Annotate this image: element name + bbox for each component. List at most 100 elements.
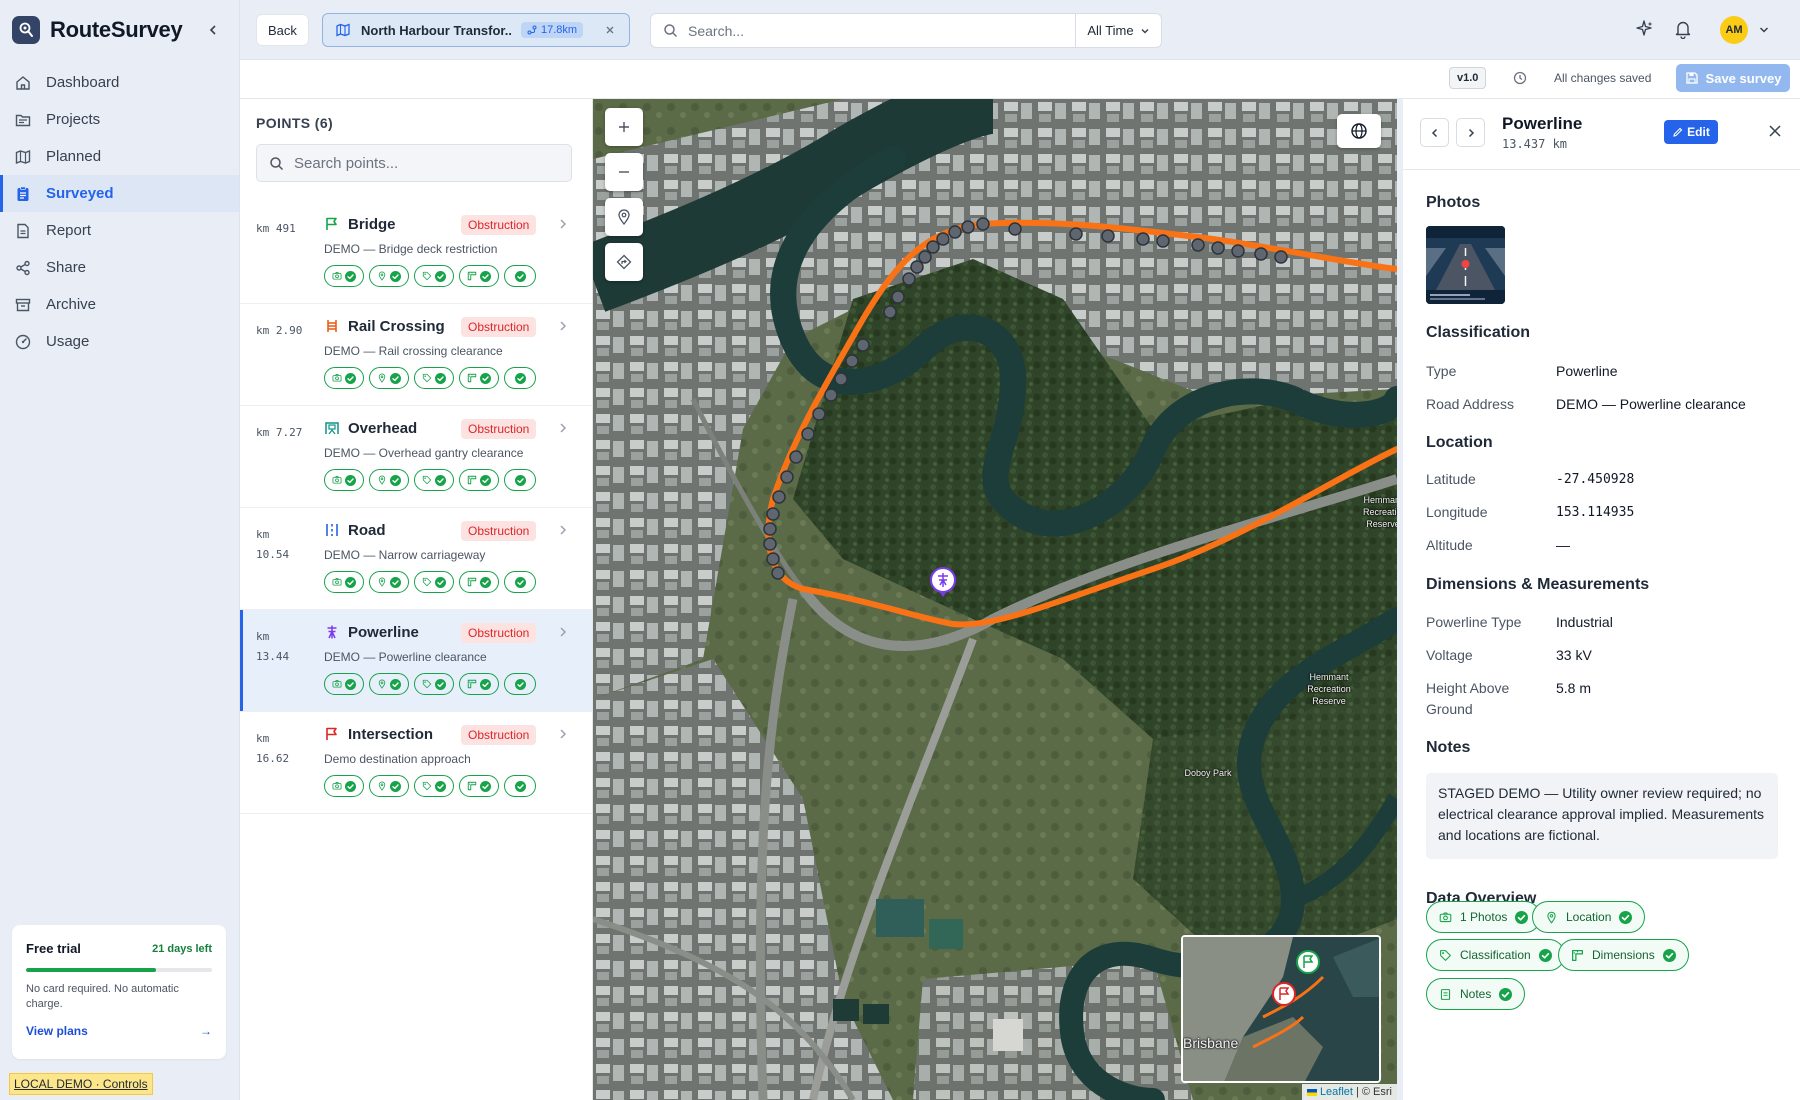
nav-item-report[interactable]: Report <box>0 212 239 249</box>
edit-button[interactable]: Edit <box>1664 120 1718 144</box>
search-icon <box>664 24 678 38</box>
map-label-hemmant: Hemmant Recreation Reserve <box>1307 672 1351 706</box>
zoom-out-button[interactable] <box>605 153 643 191</box>
save-survey-button[interactable]: Save survey <box>1676 64 1790 92</box>
minus-icon <box>619 171 629 173</box>
ruler-icon <box>467 373 477 383</box>
point-row-bridge[interactable]: km 491 Bridge Obstruction DEMO — Bridge … <box>240 202 592 304</box>
brand[interactable]: RouteSurvey <box>12 14 183 46</box>
status-chip-pin <box>369 469 409 491</box>
status-chip-complete <box>504 571 536 593</box>
flag-icon <box>324 216 340 232</box>
nav-item-share[interactable]: Share <box>0 249 239 286</box>
overview-chip-dimensions[interactable]: Dimensions <box>1558 939 1689 971</box>
status-chip-complete <box>504 673 536 695</box>
tag-icon <box>422 373 432 383</box>
global-search-input[interactable] <box>688 22 1088 39</box>
road-icon <box>324 522 340 538</box>
leaflet-link[interactable]: Leaflet <box>1320 1086 1353 1098</box>
chevron-down-icon <box>1759 27 1769 33</box>
point-km: km 16.62 <box>256 732 290 765</box>
nav-item-planned[interactable]: Planned <box>0 138 239 175</box>
point-km: km 13.44 <box>256 630 290 663</box>
gauge-icon <box>15 334 31 349</box>
trial-days-left: 21 days left <box>152 942 212 955</box>
point-row-rail-crossing[interactable]: km 2.90 Rail Crossing Obstruction DEMO —… <box>240 304 592 406</box>
overview-chip-label: 1 Photos <box>1460 910 1508 924</box>
time-filter-select[interactable]: All Time <box>1075 14 1161 47</box>
close-tab-icon[interactable] <box>603 23 617 37</box>
status-chip-pin <box>369 571 409 593</box>
overview-chip-1-photos[interactable]: 1 Photos <box>1426 901 1542 933</box>
status-chip-tag <box>414 367 454 389</box>
tag-icon <box>422 475 432 485</box>
locate-button[interactable] <box>605 198 643 236</box>
point-detail-panel: Powerline 13.437 km Edit Photos Classifi… <box>1397 99 1800 1100</box>
local-demo-controls-link[interactable]: LOCAL DEMO · Controls <box>9 1073 153 1095</box>
point-row-road[interactable]: km 10.54 Road Obstruction DEMO — Narrow … <box>240 508 592 610</box>
trial-note: No card required. No automatic charge. <box>26 983 179 1010</box>
check-icon <box>1619 910 1633 924</box>
notifications-button[interactable] <box>1671 17 1695 41</box>
top-header: Back North Harbour Transfor... 17.8km Al… <box>240 0 1800 60</box>
close-detail-button[interactable] <box>1768 124 1782 138</box>
view-plans-link[interactable]: View plans → <box>26 1024 212 1038</box>
pin-icon <box>377 577 387 587</box>
sidebar: RouteSurvey Dashboard Projects Planned S… <box>0 0 240 1100</box>
version-badge[interactable]: v1.0 <box>1449 67 1487 89</box>
nav-item-usage[interactable]: Usage <box>0 323 239 360</box>
nav-item-dashboard[interactable]: Dashboard <box>0 64 239 101</box>
zoom-in-button[interactable] <box>605 108 643 146</box>
check-icon <box>435 678 446 690</box>
check-icon <box>435 780 446 792</box>
chevron-right-icon <box>558 626 568 638</box>
nav-item-projects[interactable]: Projects <box>0 101 239 138</box>
project-tab[interactable]: North Harbour Transfor... 17.8km <box>322 13 630 47</box>
basemap-toggle-button[interactable] <box>1337 114 1381 148</box>
directions-icon <box>616 254 632 270</box>
point-name: Bridge <box>348 216 396 233</box>
nav-item-surveyed[interactable]: Surveyed <box>0 175 239 212</box>
point-row-intersection[interactable]: km 16.62 Intersection Obstruction Demo d… <box>240 712 592 814</box>
map-view[interactable]: Hemmant Recreation Reserve Hemmant Recre… <box>593 99 1397 1100</box>
map-icon <box>336 23 350 37</box>
point-row-overhead[interactable]: km 7.27 Overhead Obstruction DEMO — Over… <box>240 406 592 508</box>
user-menu[interactable]: AM <box>1720 16 1770 44</box>
overview-chip-notes[interactable]: Notes <box>1426 978 1526 1010</box>
history-button[interactable] <box>1512 70 1528 86</box>
tag-icon <box>422 781 432 791</box>
sparkle-icon <box>1636 20 1653 36</box>
field-value: DEMO — Powerline clearance <box>1556 396 1746 412</box>
overview-chip-classification[interactable]: Classification <box>1426 939 1565 971</box>
nav-label: Archive <box>46 296 97 313</box>
field-label: Longitude <box>1426 504 1488 520</box>
collapse-sidebar-button[interactable] <box>202 19 224 41</box>
check-icon <box>1499 987 1513 1001</box>
overview-chip-label: Notes <box>1460 987 1492 1001</box>
field-label: Road Address <box>1426 396 1514 412</box>
previous-point-button[interactable] <box>1420 118 1449 147</box>
point-status-chips <box>324 367 536 389</box>
arrow-right-icon: → <box>200 1024 212 1038</box>
trial-progress-fill <box>26 968 157 972</box>
nav-item-archive[interactable]: Archive <box>0 286 239 323</box>
map-icon <box>15 149 31 164</box>
status-chip-camera <box>324 673 364 695</box>
status-chip-tag <box>414 265 454 287</box>
overview-chip-location[interactable]: Location <box>1532 901 1646 933</box>
check-icon <box>1515 910 1529 924</box>
field-label: Height Above Ground <box>1426 680 1510 717</box>
next-point-button[interactable] <box>1456 118 1485 147</box>
back-button[interactable]: Back <box>256 14 309 46</box>
point-row-powerline[interactable]: km 13.44 Powerline Obstruction DEMO — Po… <box>240 610 592 712</box>
points-search-input[interactable] <box>294 154 544 172</box>
overview-minimap[interactable]: Brisbane <box>1181 935 1381 1083</box>
ai-sparkle-button[interactable] <box>1633 17 1657 41</box>
ruler-icon <box>467 577 477 587</box>
check-icon <box>514 372 526 384</box>
ruler-icon <box>467 781 477 791</box>
pin-icon <box>1545 911 1558 924</box>
photo-thumbnail[interactable] <box>1426 226 1505 304</box>
route-direction-button[interactable] <box>605 243 643 281</box>
chevron-left-icon <box>209 25 216 35</box>
